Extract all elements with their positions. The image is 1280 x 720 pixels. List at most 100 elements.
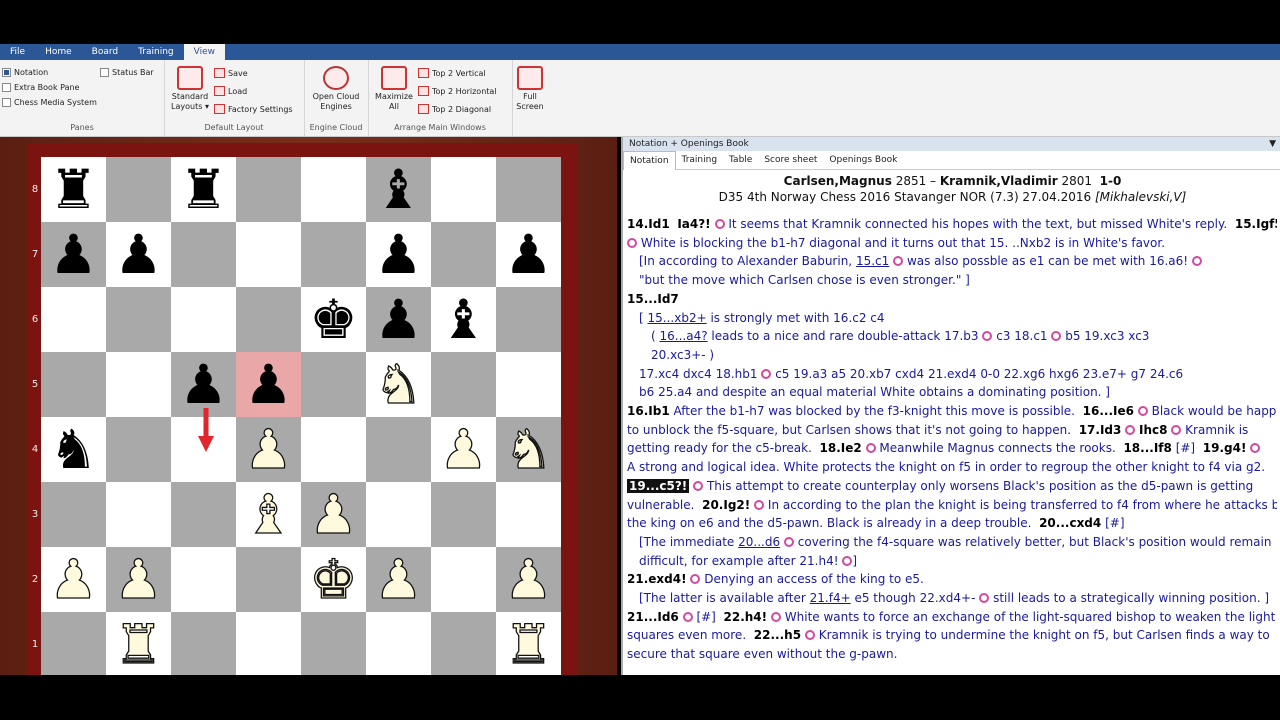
square-g5[interactable] (431, 352, 496, 417)
square-c6[interactable] (171, 287, 236, 352)
white-pawn-icon[interactable]: ♟ (366, 547, 431, 612)
black-knight-icon[interactable]: ♞ (41, 417, 106, 482)
square-d7[interactable] (236, 222, 301, 287)
square-d1[interactable] (236, 612, 301, 675)
black-pawn-icon[interactable]: ♟ (106, 222, 171, 287)
top2-horizontal-button[interactable]: Top 2 Horizontal (418, 86, 497, 96)
square-b4[interactable] (106, 417, 171, 482)
white-pawn-icon[interactable]: ♟ (236, 417, 301, 482)
top2-vertical-button[interactable]: Top 2 Vertical (418, 68, 486, 78)
white-knight-icon[interactable]: ♞ (496, 417, 561, 482)
black-rook-icon[interactable]: ♜ (41, 157, 106, 222)
square-f4[interactable] (366, 417, 431, 482)
status-bar-checkbox[interactable]: Status Bar (100, 68, 154, 77)
standard-layouts-button[interactable]: Standard Layouts ▾ (168, 66, 212, 112)
square-h3[interactable] (496, 482, 561, 547)
square-h5[interactable] (496, 352, 561, 417)
tab-training[interactable]: Training (676, 151, 724, 169)
square-g8[interactable] (431, 157, 496, 222)
save-layout-button[interactable]: Save (214, 68, 248, 78)
notation-line: [ 15...xb2+ is strongly met with 16.c2 c… (639, 310, 885, 325)
square-c7[interactable] (171, 222, 236, 287)
factory-settings-button[interactable]: Factory Settings (214, 104, 293, 114)
square-a3[interactable] (41, 482, 106, 547)
white-pawn-icon[interactable]: ♟ (106, 547, 171, 612)
white-king-icon[interactable]: ♚ (301, 547, 366, 612)
maximize-all-button[interactable]: Maximize All (372, 66, 416, 112)
chess-media-checkbox[interactable]: Chess Media System (2, 98, 97, 107)
open-cloud-engines-button[interactable]: Open Cloud Engines (308, 66, 364, 112)
extra-book-checkbox[interactable]: Extra Book Pane (2, 83, 79, 92)
square-e8[interactable] (301, 157, 366, 222)
tab-table[interactable]: Table (723, 151, 758, 169)
notation-line: to unblock the f5-square, but Carlsen sh… (627, 422, 1249, 437)
arrange-label: Arrange Main Windows (394, 123, 486, 132)
black-rook-icon[interactable]: ♜ (171, 157, 236, 222)
square-h6[interactable] (496, 287, 561, 352)
square-e7[interactable] (301, 222, 366, 287)
square-c2[interactable] (171, 547, 236, 612)
current-move[interactable]: 19...c5?! (627, 478, 690, 493)
tab-notation[interactable]: Notation (623, 150, 676, 170)
annotation-icon (865, 443, 876, 454)
square-b8[interactable] (106, 157, 171, 222)
square-b3[interactable] (106, 482, 171, 547)
load-layout-button[interactable]: Load (214, 86, 247, 96)
tab-score-sheet[interactable]: Score sheet (758, 151, 823, 169)
white-knight-icon[interactable]: ♞ (366, 352, 431, 417)
menu-board[interactable]: Board (82, 44, 128, 60)
notation-checkbox[interactable]: Notation (2, 68, 48, 77)
default-layout-group: Standard Layouts ▾ Save Load Factory Set… (164, 60, 305, 136)
menu-home[interactable]: Home (35, 44, 82, 60)
square-g2[interactable] (431, 547, 496, 612)
square-d6[interactable] (236, 287, 301, 352)
square-g7[interactable] (431, 222, 496, 287)
square-f1[interactable] (366, 612, 431, 675)
chess-board[interactable]: ♜ ♜ ♝ ♟ ♟ ♟ ♟ ♚ ♟ ♝ ♟ ♟ ♞ ♞ ♟ ♟ ♞ ♝ ♟ ♟ ♟ ♚ ♟ ♟ ♜ ♜ (41, 157, 561, 675)
square-e5[interactable] (301, 352, 366, 417)
white-pawn-icon[interactable]: ♟ (41, 547, 106, 612)
full-screen-button[interactable]: Full Screen (512, 66, 548, 112)
square-g3[interactable] (431, 482, 496, 547)
menu-view[interactable]: View (183, 44, 225, 60)
square-f3[interactable] (366, 482, 431, 547)
annotation-icon (783, 536, 794, 547)
white-pawn-icon[interactable]: ♟ (496, 547, 561, 612)
square-e1[interactable] (301, 612, 366, 675)
black-bishop-icon[interactable]: ♝ (366, 157, 431, 222)
menu-file[interactable]: File (0, 44, 35, 60)
panel-menu-icon[interactable]: ▼ (1269, 137, 1276, 151)
notation-line: secure that square even without the g-pa… (627, 647, 898, 662)
square-b6[interactable] (106, 287, 171, 352)
black-pawn-icon[interactable]: ♟ (236, 352, 301, 417)
square-h8[interactable] (496, 157, 561, 222)
top2-diagonal-button[interactable]: Top 2 Diagonal (418, 104, 491, 114)
black-pawn-icon[interactable]: ♟ (366, 222, 431, 287)
black-pawn-icon[interactable]: ♟ (41, 222, 106, 287)
square-a1[interactable] (41, 612, 106, 675)
annotation-icon (804, 630, 815, 641)
square-a5[interactable] (41, 352, 106, 417)
square-d8[interactable] (236, 157, 301, 222)
white-rook-icon[interactable]: ♜ (496, 612, 561, 675)
square-c1[interactable] (171, 612, 236, 675)
square-c3[interactable] (171, 482, 236, 547)
annotation-icon (693, 480, 704, 491)
square-a6[interactable] (41, 287, 106, 352)
tab-openings-book[interactable]: Openings Book (823, 151, 903, 169)
black-pawn-icon[interactable]: ♟ (496, 222, 561, 287)
rank-label: 3 (31, 509, 39, 520)
white-pawn-icon[interactable]: ♟ (301, 482, 366, 547)
white-bishop-icon[interactable]: ♝ (236, 482, 301, 547)
load-icon (214, 86, 225, 96)
black-bishop-icon[interactable]: ♝ (431, 287, 496, 352)
black-king-icon[interactable]: ♚ (301, 287, 366, 352)
menu-training[interactable]: Training (128, 44, 184, 60)
black-pawn-icon[interactable]: ♟ (366, 287, 431, 352)
white-pawn-icon[interactable]: ♟ (431, 417, 496, 482)
white-rook-icon[interactable]: ♜ (106, 612, 171, 675)
square-e4[interactable] (301, 417, 366, 482)
square-g1[interactable] (431, 612, 496, 675)
square-d2[interactable] (236, 547, 301, 612)
square-b5[interactable] (106, 352, 171, 417)
